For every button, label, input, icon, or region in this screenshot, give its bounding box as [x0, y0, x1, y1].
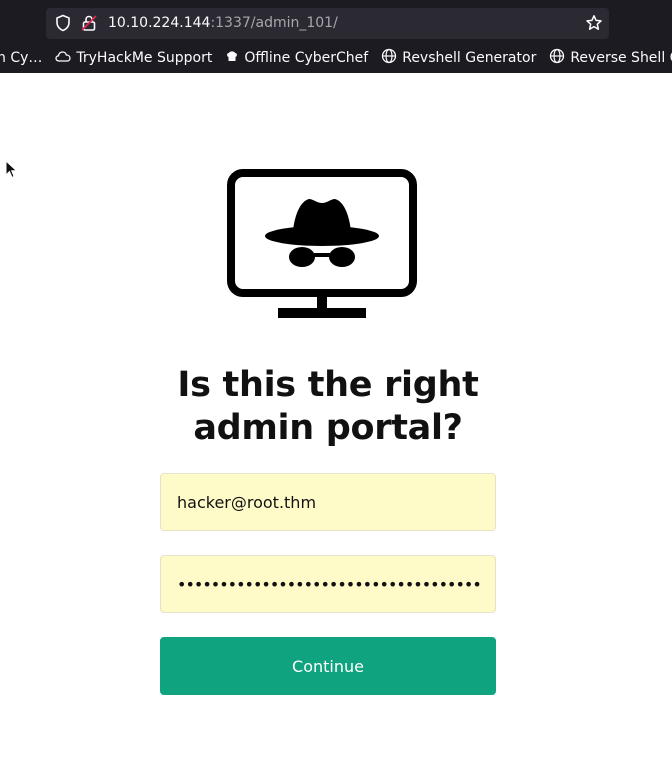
password-value: ••••••••••••••••••••••••••••••••••••	[177, 574, 482, 594]
email-value: hacker@root.thm	[177, 492, 317, 512]
globe-icon	[549, 48, 570, 68]
bookmark-label: n Cy…	[0, 50, 43, 66]
page-title: Is this the right admin portal?	[150, 364, 506, 450]
mouse-cursor-icon	[5, 159, 19, 184]
title-line-2: admin portal?	[193, 408, 463, 448]
bookmark-offline-cyberchef[interactable]: Offline CyberChef	[225, 49, 368, 67]
url-path: :1337/admin_101/	[210, 15, 338, 31]
bookmarks-toolbar: n Cy… TryHackMe Support Offline CyberChe…	[0, 44, 672, 72]
bookmark-label: TryHackMe Support	[76, 50, 213, 66]
cloud-icon	[55, 49, 76, 67]
bookmark-revshell-generator[interactable]: Revshell Generator	[381, 48, 536, 68]
insecure-lock-icon[interactable]	[80, 14, 98, 36]
email-field[interactable]: hacker@root.thm	[160, 473, 496, 531]
shield-icon[interactable]	[54, 14, 72, 36]
globe-icon	[381, 48, 402, 68]
bookmark-tryhackme-support[interactable]: TryHackMe Support	[55, 49, 212, 67]
continue-button[interactable]: Continue	[160, 637, 496, 695]
browser-chrome: 10.10.224.144:1337/admin_101/ n Cy… TryH…	[0, 0, 672, 73]
title-line-1: Is this the right	[177, 365, 479, 405]
bookmark-reverse-shell-cheat[interactable]: Reverse Shell Cheat	[549, 48, 672, 68]
hacker-monitor-icon	[227, 169, 417, 325]
chef-hat-icon	[225, 49, 244, 67]
bookmark-cyberchef-partial[interactable]: n Cy…	[0, 50, 42, 66]
url-text[interactable]: 10.10.224.144:1337/admin_101/	[108, 15, 338, 31]
url-host: 10.10.224.144	[108, 15, 211, 31]
password-field[interactable]: ••••••••••••••••••••••••••••••••••••	[160, 555, 496, 613]
bookmark-label: Offline CyberChef	[244, 50, 369, 66]
bookmark-label: Reverse Shell Cheat	[570, 50, 672, 66]
bookmark-star-icon[interactable]	[585, 14, 603, 36]
bookmark-label: Revshell Generator	[402, 50, 537, 66]
address-bar[interactable]: 10.10.224.144:1337/admin_101/	[46, 8, 609, 39]
